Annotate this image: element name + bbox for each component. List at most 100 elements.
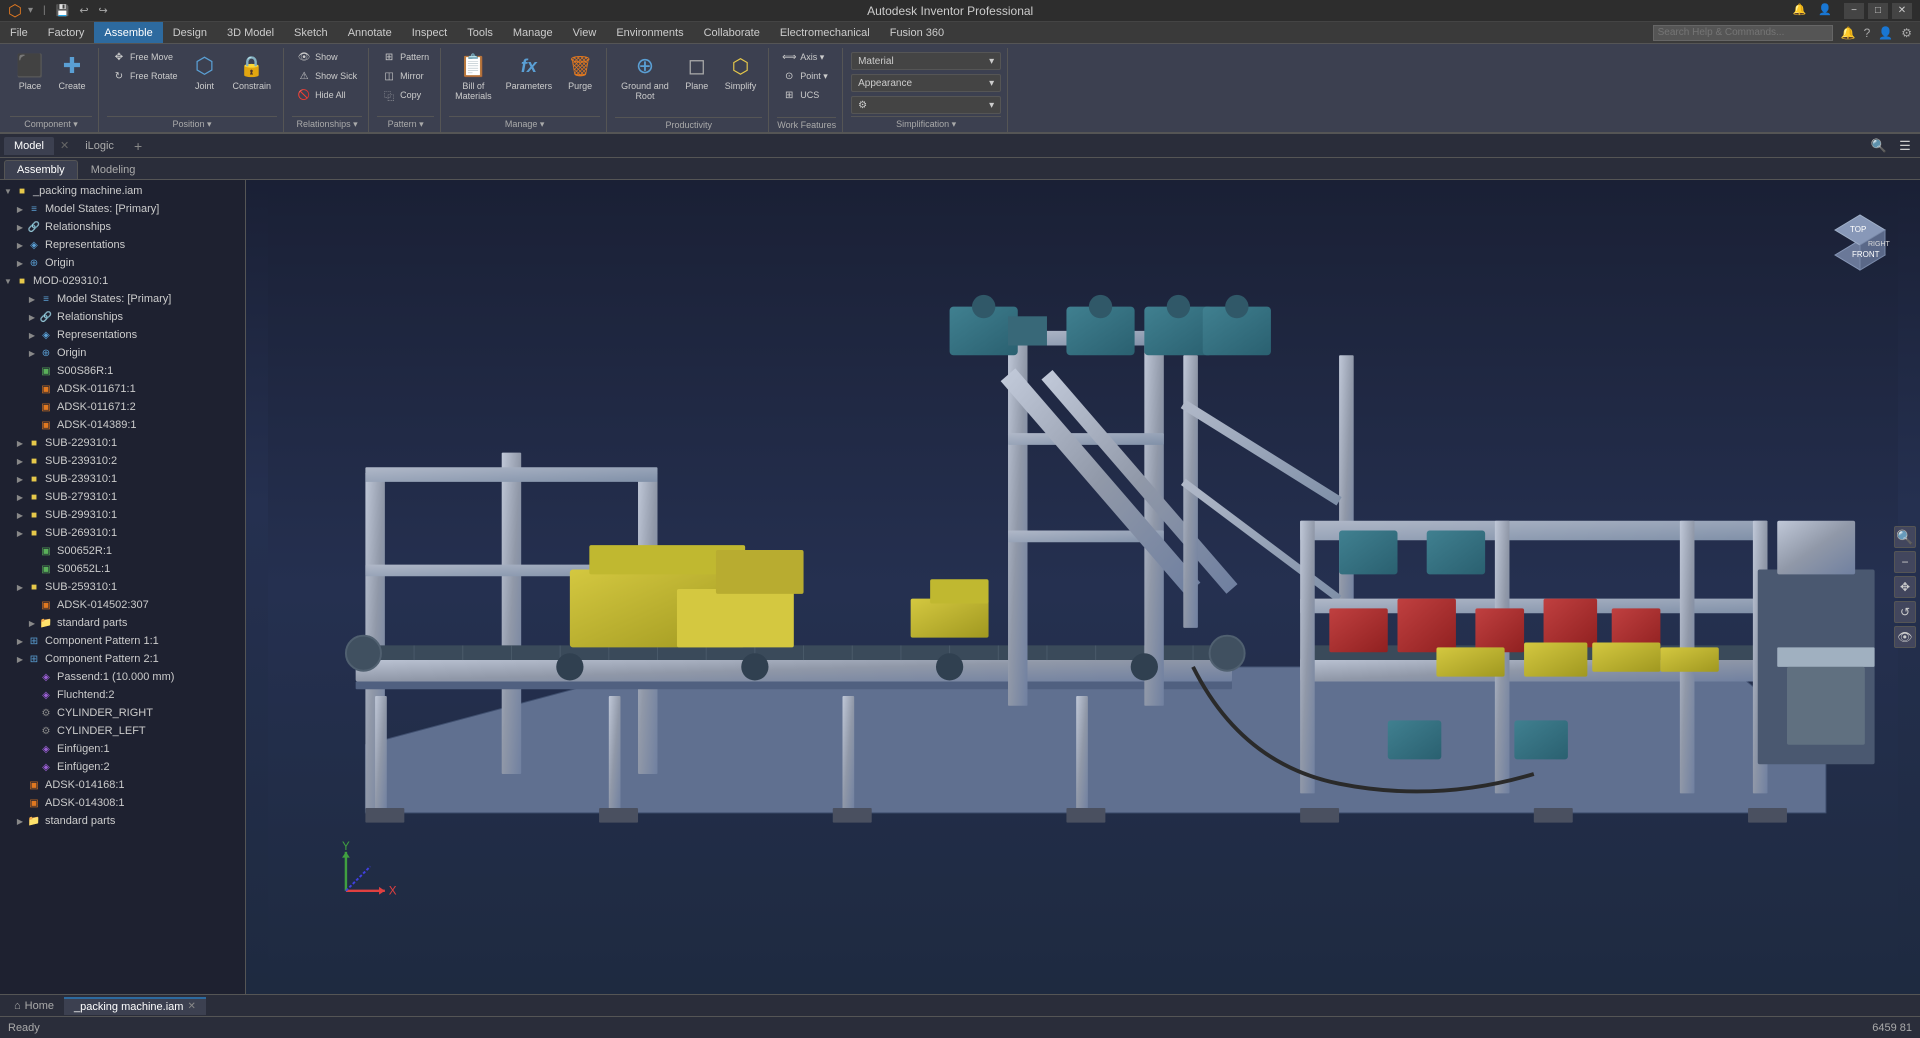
close-button[interactable]: ✕ [1892,3,1912,19]
menu-electromechanical[interactable]: Electromechanical [770,22,880,43]
tree-item-cylinder-left[interactable]: ⚙ CYLINDER_LEFT [0,722,245,740]
copy-button[interactable]: ⿻ Copy [377,86,434,104]
tree-item-cylinder-right[interactable]: ⚙ CYLINDER_RIGHT [0,704,245,722]
tree-item-origin[interactable]: ▶ ⊕ Origin [0,254,245,272]
sidebar-menu-button[interactable]: ☰ [1894,135,1916,157]
panel-tab-add[interactable]: + [128,136,148,156]
tree-item-root[interactable]: ▼ ■ _packing machine.iam [0,182,245,200]
tab-modeling[interactable]: Modeling [78,160,149,179]
tree-item-adsk3[interactable]: ▣ ADSK-014389:1 [0,416,245,434]
minimize-button[interactable]: − [1844,3,1864,19]
close-tab-packing-machine[interactable]: ✕ [187,1001,195,1012]
tree-expand-mod-representations[interactable]: ▶ [26,329,38,341]
menu-view[interactable]: View [563,22,607,43]
tree-expand-sub229[interactable]: ▶ [14,437,26,449]
joint-button[interactable]: ⬡ Joint [185,48,225,108]
tree-expand-mod-relationships[interactable]: ▶ [26,311,38,323]
hide-all-button[interactable]: 🚫 Hide All [292,86,362,104]
menu-sketch[interactable]: Sketch [284,22,338,43]
purge-button[interactable]: 🗑 Purge [560,48,600,108]
search-sidebar-button[interactable]: 🔍 [1868,135,1890,157]
tree-item-cp2[interactable]: ▶ ⊞ Component Pattern 2:1 [0,650,245,668]
tree-item-s00652l[interactable]: ▣ S00652L:1 [0,560,245,578]
appearance-button[interactable]: Appearance ▾ [851,74,1001,92]
tree-item-standard[interactable]: ▶ 📁 standard parts [0,614,245,632]
tree-expand-mod-model-states[interactable]: ▶ [26,293,38,305]
menu-manage[interactable]: Manage [503,22,563,43]
orbit-button[interactable]: ↺ [1894,601,1916,623]
plane-button[interactable]: ◻ Plane [677,48,717,108]
viewport[interactable]: X Y [246,180,1920,994]
tree-expand-representations[interactable]: ▶ [14,239,26,251]
look-at-button[interactable]: 👁 [1894,626,1916,648]
tree-item-representations[interactable]: ▶ ◈ Representations [0,236,245,254]
ucs-button[interactable]: ⊞ UCS [777,86,833,104]
place-button[interactable]: ⬛ Place [10,48,50,108]
tree-item-sub299[interactable]: ▶ ■ SUB-299310:1 [0,506,245,524]
tree-expand-sub239[interactable]: ▶ [14,455,26,467]
panel-tab-ilogic[interactable]: iLogic [75,137,124,155]
tree-expand-sub279[interactable]: ▶ [14,491,26,503]
create-button[interactable]: ✚ Create [52,48,92,108]
tree-item-adsk1[interactable]: ▣ ADSK-011671:1 [0,380,245,398]
tree-item-adsk4[interactable]: ▣ ADSK-014502:307 [0,596,245,614]
menu-annotate[interactable]: Annotate [338,22,402,43]
show-button[interactable]: 👁 Show [292,48,362,66]
tree-item-sub259[interactable]: ▶ ■ SUB-259310:1 [0,578,245,596]
tree-item-relationships[interactable]: ▶ 🔗 Relationships [0,218,245,236]
material-button[interactable]: Material ▾ [851,52,1001,70]
tree-expand-standard2[interactable]: ▶ [14,815,26,827]
tree-expand-relationships[interactable]: ▶ [14,221,26,233]
menu-fusion360[interactable]: Fusion 360 [880,22,954,43]
pan-button[interactable]: ✥ [1894,576,1916,598]
tree-item-einfuegen2[interactable]: ◈ Einfügen:2 [0,758,245,776]
menu-collaborate[interactable]: Collaborate [694,22,770,43]
tree-item-s00652r[interactable]: ▣ S00652R:1 [0,542,245,560]
tree-item-sub229[interactable]: ▶ ■ SUB-229310:1 [0,434,245,452]
menu-environments[interactable]: Environments [606,22,693,43]
lighting-button[interactable]: ⚙ ▾ [851,96,1001,114]
menu-3dmodel[interactable]: 3D Model [217,22,284,43]
restore-button[interactable]: □ [1868,3,1888,19]
tree-expand-standard[interactable]: ▶ [26,617,38,629]
tree-item-sub279[interactable]: ▶ ■ SUB-279310:1 [0,488,245,506]
menu-tools[interactable]: Tools [457,22,503,43]
tree-item-mod-model-states[interactable]: ▶ ≡ Model States: [Primary] [0,290,245,308]
tree-item-fluchtend[interactable]: ◈ Fluchtend:2 [0,686,245,704]
tree-expand-sub299[interactable]: ▶ [14,509,26,521]
tree-expand-sub259[interactable]: ▶ [14,581,26,593]
pattern-button[interactable]: ⊞ Pattern [377,48,434,66]
parameters-button[interactable]: fx Parameters [500,48,559,108]
tree-item-sub239[interactable]: ▶ ■ SUB-239310:2 [0,452,245,470]
menu-inspect[interactable]: Inspect [402,22,457,43]
tree-item-sub2392[interactable]: ▶ ■ SUB-239310:1 [0,470,245,488]
show-sick-button[interactable]: ⚠ Show Sick [292,67,362,85]
tree-item-mod-origin[interactable]: ▶ ⊕ Origin [0,344,245,362]
ground-and-root-button[interactable]: ⊕ Ground andRoot [615,48,675,108]
menu-file[interactable]: File [0,22,38,43]
tree-item-sub269[interactable]: ▶ ■ SUB-269310:1 [0,524,245,542]
bill-of-materials-button[interactable]: 📋 Bill ofMaterials [449,48,498,108]
search-input[interactable] [1653,25,1833,41]
simplify-button[interactable]: ⬡ Simplify [719,48,763,108]
constrain-button[interactable]: 🔒 Constrain [227,48,278,108]
tree-expand-mod[interactable]: ▼ [2,275,14,287]
tree-item-mod-relationships[interactable]: ▶ 🔗 Relationships [0,308,245,326]
tree-expand-origin[interactable]: ▶ [14,257,26,269]
menu-design[interactable]: Design [163,22,217,43]
view-cube[interactable]: FRONT TOP RIGHT [1820,200,1900,280]
tree-item-adsk5[interactable]: ▣ ADSK-014168:1 [0,776,245,794]
tree-item-mod-representations[interactable]: ▶ ◈ Representations [0,326,245,344]
tree-expand-mod-origin[interactable]: ▶ [26,347,38,359]
panel-tab-model[interactable]: Model [4,137,54,155]
tree-expand-root[interactable]: ▼ [2,185,14,197]
zoom-out-button[interactable]: − [1894,551,1916,573]
tree-item-passend[interactable]: ◈ Passend:1 (10.000 mm) [0,668,245,686]
tree-item-standard2[interactable]: ▶ 📁 standard parts [0,812,245,830]
tree-item-mod[interactable]: ▼ ■ MOD-029310:1 [0,272,245,290]
free-rotate-button[interactable]: ↻ Free Rotate [107,67,183,85]
tree-expand-sub2392[interactable]: ▶ [14,473,26,485]
tab-home[interactable]: ⌂ Home [4,998,64,1014]
tree-expand-cp1[interactable]: ▶ [14,635,26,647]
tree-expand-cp2[interactable]: ▶ [14,653,26,665]
